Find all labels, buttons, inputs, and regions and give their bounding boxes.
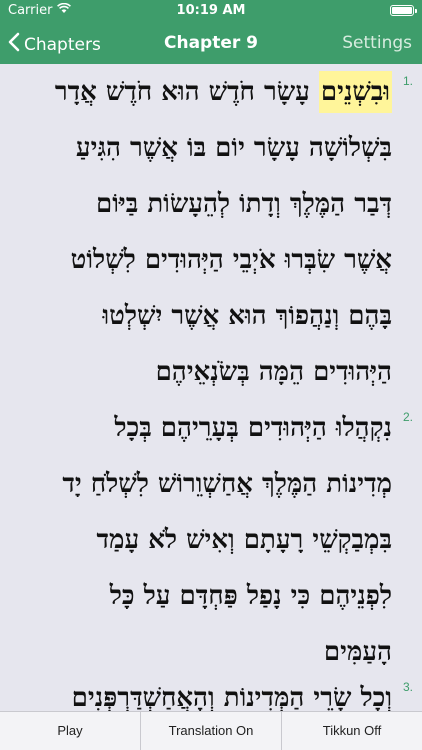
verse-line: בִּשְׁלוֹשָׁה עָשָׂר יוֹם בּוֹ אֲשֶׁר הִ…	[75, 133, 392, 163]
settings-button[interactable]: Settings	[342, 33, 412, 53]
verse-line: בִּמְבַקְשֵׁי רָעָתָם וְאִישׁ לֹא עָמַד	[96, 525, 392, 555]
verse-line: דְּבַר הַמֶּלֶךְ וְדָתוֹ לְהֵעָשׂוֹת בַּ…	[96, 189, 392, 219]
play-button[interactable]: Play	[0, 712, 141, 750]
bottom-toolbar: Play Translation On Tikkun Off	[0, 711, 422, 750]
battery-icon	[390, 5, 417, 16]
verse-number: 3.	[402, 680, 413, 694]
verse-number: 2.	[402, 410, 413, 424]
verse-line: בָּהֶם וְנַהֲפוֹךְ הוּא אֲשֶׁר יִשְׁלְטו…	[102, 301, 392, 331]
verse-number: 1.	[402, 74, 413, 88]
verse-line-text: עָשָׂר חֹדֶשׁ הוּא חֹדֶשׁ אֲדָר	[54, 77, 319, 107]
verse-line: וְכָל שָׂרֵי הַמְּדִינוֹת וְהָאֲחַשְׁדַּ…	[71, 683, 392, 712]
app-header: Carrier 10:19 AM Chapters Chapter 9 Sett…	[0, 0, 422, 64]
highlighted-word[interactable]: וּבִשְׁנֵים	[318, 71, 392, 113]
navigation-bar: Chapters Chapter 9 Settings	[0, 22, 422, 64]
verse-line: אֲשֶׁר שִׂבְּרוּ אֹיְבֵי הַיְּהוּדִים לִ…	[70, 245, 392, 275]
status-bar: Carrier 10:19 AM	[0, 0, 422, 22]
tikkun-toggle-button[interactable]: Tikkun Off	[282, 712, 422, 750]
verse-line: מְדִינוֹת הַמֶּלֶךְ אֲחַשְׁוֵרוֹשׁ לִשְׁ…	[62, 469, 392, 499]
chapter-text: 1. וּבִשְׁנֵים עָשָׂר חֹדֶשׁ הוּא חֹדֶשׁ…	[0, 64, 422, 712]
verse-line: נִקְהֲלוּ הַיְּהוּדִים בְּעָרֵיהֶם בְּכָ…	[114, 413, 392, 443]
translation-toggle-button[interactable]: Translation On	[141, 712, 282, 750]
verse-line: הַיְּהוּדִים הֵמָּה בְּשֹׂנְאֵיהֶם	[155, 357, 392, 387]
verse-line: לִפְנֵיהֶם כִּי נָפַל פַּחְדָּם עַל כָּל	[109, 581, 392, 611]
verse-line: וּבִשְׁנֵים עָשָׂר חֹדֶשׁ הוּא חֹדֶשׁ אֲ…	[10, 64, 392, 120]
status-time: 10:19 AM	[176, 3, 246, 18]
